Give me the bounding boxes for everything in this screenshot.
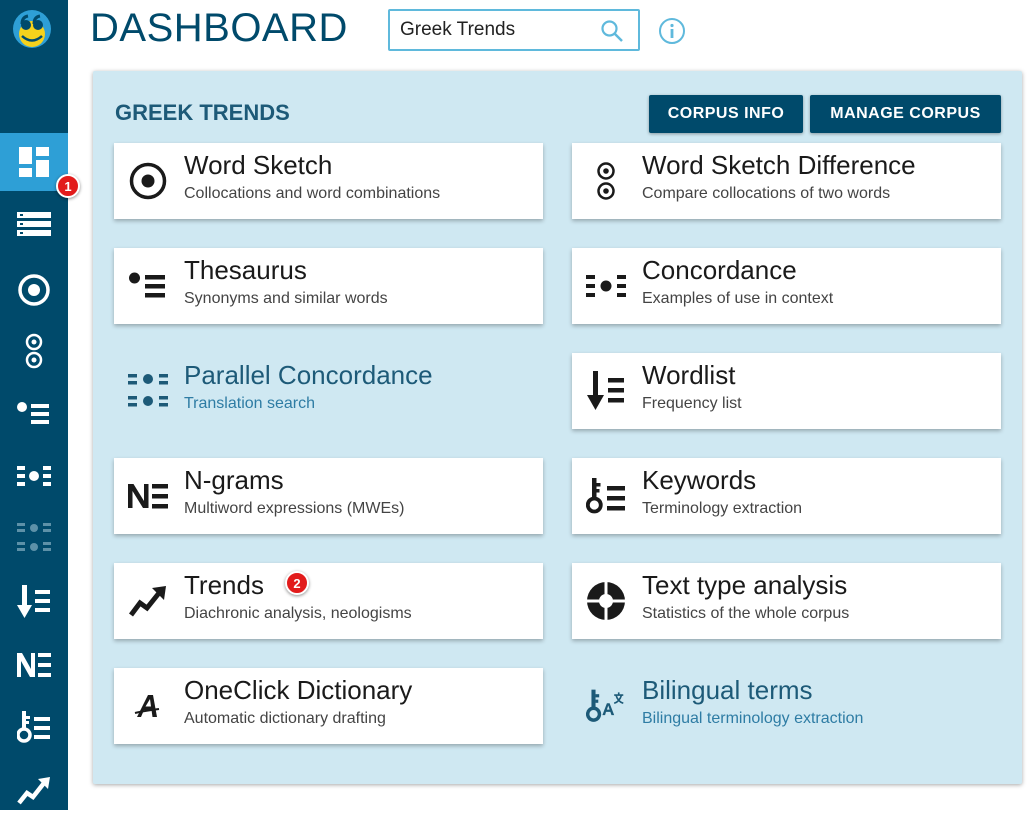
sidebar-item-parallel-concordance[interactable] [0, 509, 68, 567]
annotation-badge-2: 2 [285, 571, 309, 595]
thesaurus-icon [17, 402, 49, 424]
card-subtitle: Synonyms and similar words [184, 290, 388, 307]
corpus-info-button[interactable]: CORPUS INFO [649, 95, 803, 133]
word-sketch-difference-icon [25, 333, 43, 369]
wordlist-icon [586, 371, 626, 411]
info-icon[interactable] [658, 17, 686, 45]
concordance-icon [17, 466, 51, 486]
card-thesaurus[interactable]: Thesaurus Synonyms and similar words [114, 248, 543, 324]
word-sketch-difference-icon [586, 161, 626, 201]
card-title: Concordance [642, 255, 797, 285]
trends-icon [17, 777, 50, 805]
thesaurus-icon [128, 266, 168, 306]
card-title: Trends [184, 570, 264, 600]
sketch-engine-logo[interactable] [12, 9, 52, 49]
card-title: OneClick Dictionary [184, 675, 413, 705]
word-sketch-icon [128, 161, 168, 201]
card-title: N-grams [184, 465, 284, 495]
card-title: Bilingual terms [642, 675, 813, 705]
card-subtitle: Statistics of the whole corpus [642, 605, 850, 622]
sidebar-item-corpus-list[interactable] [0, 197, 68, 255]
parallel-concordance-icon [128, 371, 168, 411]
wordlist-icon [17, 585, 50, 618]
card-word-sketch-difference[interactable]: Word Sketch Difference Compare collocati… [572, 143, 1001, 219]
card-subtitle: Automatic dictionary drafting [184, 710, 386, 727]
ngrams-icon [17, 653, 51, 677]
card-title: Word Sketch Difference [642, 150, 916, 180]
card-subtitle: Diachronic analysis, neologisms [184, 605, 412, 622]
sidebar: 1 [0, 0, 80, 810]
sidebar-item-ngrams[interactable] [0, 636, 68, 694]
keywords-icon [17, 711, 50, 743]
dashboard-icon [19, 147, 49, 177]
ngrams-icon [128, 476, 168, 516]
trends-icon [128, 581, 168, 621]
card-concordance[interactable]: Concordance Examples of use in context [572, 248, 1001, 324]
card-subtitle: Terminology extraction [642, 500, 803, 517]
card-title: Word Sketch [184, 150, 333, 180]
page-title: DASHBOARD [90, 6, 348, 50]
card-parallel-concordance[interactable]: Parallel Concordance Translation search [114, 353, 543, 429]
card-title: Keywords [642, 465, 757, 495]
text-type-analysis-icon [586, 581, 626, 621]
card-title: Wordlist [642, 360, 736, 390]
sidebar-item-trends[interactable] [0, 762, 68, 820]
sidebar-item-word-sketch-difference[interactable] [0, 322, 68, 380]
search-icon[interactable] [600, 19, 624, 43]
sidebar-item-wordlist[interactable] [0, 573, 68, 631]
card-text-type-analysis[interactable]: Text type analysis Statistics of the who… [572, 563, 1001, 639]
corpus-dashboard-panel: GREEK TRENDS CORPUS INFO MANAGE CORPUS W… [93, 71, 1022, 784]
annotation-badge-1: 1 [56, 174, 80, 198]
card-subtitle: Bilingual terminology extraction [642, 710, 864, 727]
corpus-search-input[interactable] [390, 19, 590, 41]
card-keywords[interactable]: Keywords Terminology extraction [572, 458, 1001, 534]
card-oneclick-dictionary[interactable]: OneClick Dictionary Automatic dictionary… [114, 668, 543, 744]
card-word-sketch[interactable]: Word Sketch Collocations and word combin… [114, 143, 543, 219]
card-subtitle: Frequency list [642, 395, 742, 412]
card-wordlist[interactable]: Wordlist Frequency list [572, 353, 1001, 429]
sidebar-item-word-sketch[interactable] [0, 261, 68, 319]
corpus-title: GREEK TRENDS [115, 100, 290, 125]
sidebar-item-keywords[interactable] [0, 698, 68, 756]
card-subtitle: Compare collocations of two words [642, 185, 891, 202]
card-subtitle: Translation search [184, 395, 316, 412]
card-subtitle: Examples of use in context [642, 290, 834, 307]
card-title: Text type analysis [642, 570, 848, 600]
sidebar-item-thesaurus[interactable] [0, 385, 68, 443]
word-sketch-icon [18, 274, 50, 306]
parallel-concordance-icon [17, 523, 51, 551]
card-title: Thesaurus [184, 255, 307, 285]
list-icon [17, 212, 51, 236]
card-trends[interactable]: Trends Diachronic analysis, neologisms [114, 563, 543, 639]
card-bilingual-terms[interactable]: Bilingual terms Bilingual terminology ex… [572, 668, 1001, 744]
oneclick-dictionary-icon [128, 686, 168, 726]
card-subtitle: Multiword expressions (MWEs) [184, 500, 405, 517]
bilingual-terms-icon [586, 686, 626, 726]
manage-corpus-button[interactable]: MANAGE CORPUS [810, 95, 1001, 133]
card-ngrams[interactable]: N-grams Multiword expressions (MWEs) [114, 458, 543, 534]
keywords-icon [586, 476, 626, 516]
sidebar-item-concordance[interactable] [0, 447, 68, 505]
card-subtitle: Collocations and word combinations [184, 185, 441, 202]
corpus-search[interactable] [388, 9, 640, 51]
card-title: Parallel Concordance [184, 360, 433, 390]
concordance-icon [586, 266, 626, 306]
